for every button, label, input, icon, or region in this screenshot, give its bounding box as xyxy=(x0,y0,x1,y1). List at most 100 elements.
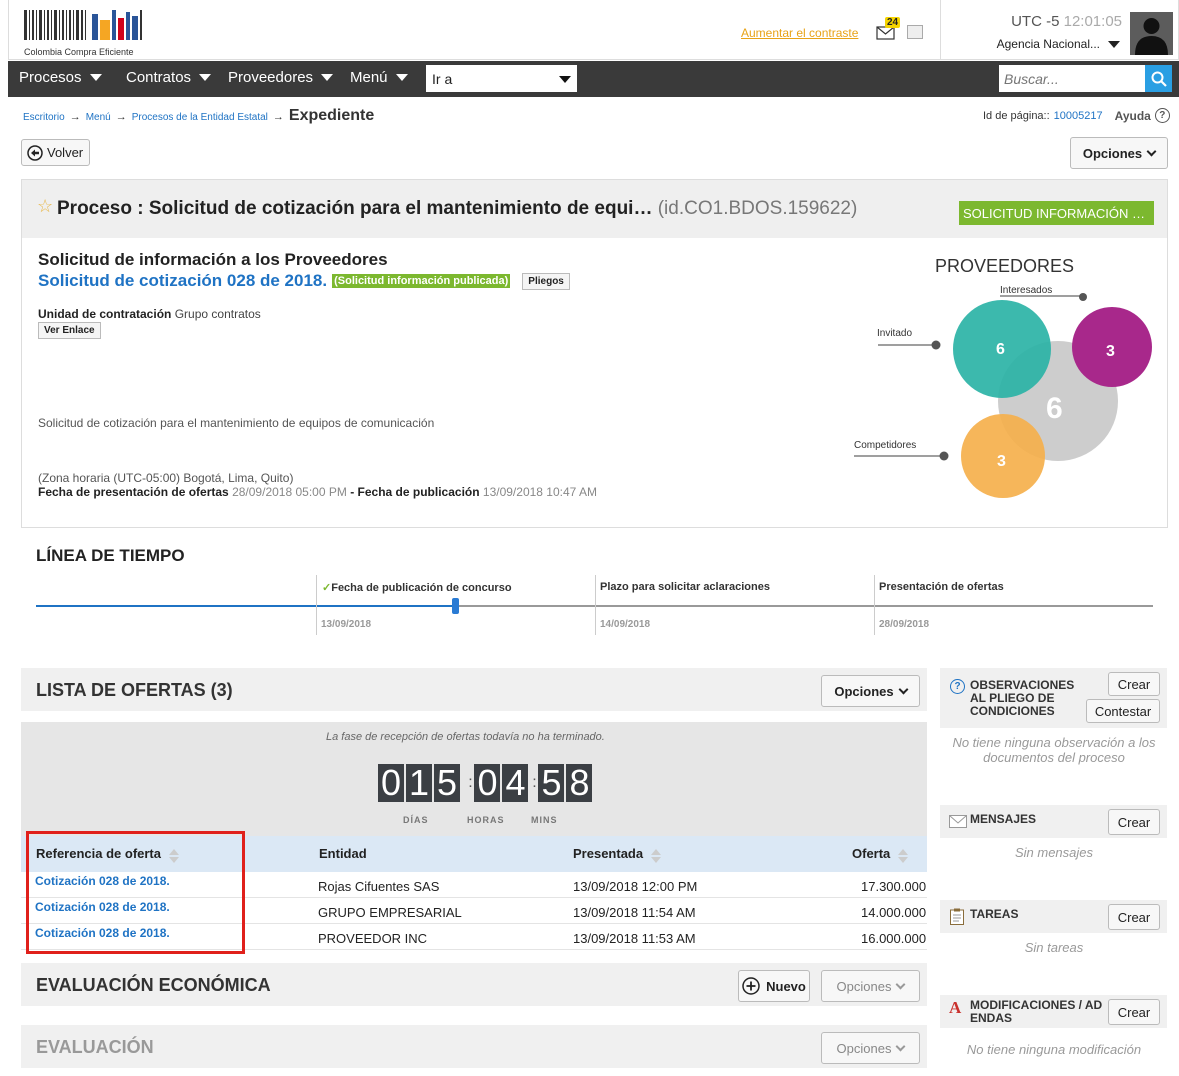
offer-amount: 14.000.000 xyxy=(861,905,927,920)
options-button[interactable]: Opciones xyxy=(1070,137,1168,169)
process-description: Solicitud de cotización para el mantenim… xyxy=(38,416,435,430)
offer-date: 13/09/2018 12:00 PM xyxy=(573,879,698,894)
countdown-mins-label: MINS xyxy=(531,815,558,825)
evaluation-options-button[interactable]: Opciones xyxy=(821,1032,920,1064)
avatar[interactable] xyxy=(1130,12,1173,55)
modification-icon: A xyxy=(949,998,962,1017)
tasks-empty: Sin tareas xyxy=(1024,940,1084,955)
nav-proveedores[interactable]: Proveedores xyxy=(228,69,334,86)
bubble-total-value: 6 xyxy=(1046,392,1063,425)
countdown-days-label: DÍAS xyxy=(403,815,429,825)
breadcrumb-menu[interactable]: Menú xyxy=(86,112,111,123)
offer-date: 13/09/2018 11:53 AM xyxy=(573,931,696,946)
highlight-box xyxy=(26,831,245,954)
offers-notice: La fase de recepción de ofertas todavía … xyxy=(326,731,605,743)
breadcrumb: Escritorio → Menú → Procesos de la Entid… xyxy=(23,107,375,124)
nav-procesos[interactable]: Procesos xyxy=(19,69,102,86)
economic-options-button[interactable]: Opciones xyxy=(821,970,920,1002)
mail-icon[interactable]: 24 xyxy=(876,17,901,40)
bubble-competitors-value: 3 xyxy=(997,453,1006,470)
process-type: Solicitud de información a los Proveedor… xyxy=(38,250,388,269)
page-id: Id de página:: 10005217 Ayuda ? xyxy=(983,108,1170,123)
breadcrumb-current: Expediente xyxy=(288,107,375,124)
interested-connector-dot xyxy=(1079,293,1087,301)
evaluation-title: EVALUACIÓN xyxy=(36,1037,154,1057)
clipboard-icon xyxy=(950,908,964,925)
col-date[interactable]: Presentada xyxy=(573,846,662,863)
nav-menu[interactable]: Menú xyxy=(350,69,408,86)
status-badge: (Solicitud información publicada) xyxy=(332,274,511,288)
help-icon: ? xyxy=(1154,108,1170,123)
offer-entity: Rojas Cifuentes SAS xyxy=(318,879,440,894)
ver-enlace-button[interactable]: Ver Enlace xyxy=(38,322,101,339)
star-icon[interactable]: ☆ xyxy=(37,196,53,217)
status-button[interactable]: SOLICITUD INFORMACIÓN … xyxy=(959,201,1154,225)
timeline-progress xyxy=(36,605,455,607)
search-button[interactable] xyxy=(1145,65,1172,92)
back-arrow-icon xyxy=(27,144,43,161)
timeline-marker[interactable] xyxy=(452,598,459,614)
suppliers-title: PROVEEDORES xyxy=(935,256,1075,276)
goto-select[interactable]: Ir a xyxy=(426,65,577,92)
barcode-icon xyxy=(24,10,142,40)
milestone-label-3: Presentación de ofertas xyxy=(879,581,1004,593)
milestone-date-1: 13/09/2018 xyxy=(321,619,372,630)
offers-options-button[interactable]: Opciones xyxy=(821,675,920,707)
economic-title: EVALUACIÓN ECONÓMICA xyxy=(36,975,271,995)
messages-empty: Sin mensajes xyxy=(1014,845,1094,860)
logo[interactable]: Colombia Compra Eficiente xyxy=(24,10,146,57)
back-button[interactable]: Volver xyxy=(21,139,90,166)
offers-title: LISTA DE OFERTAS (3) xyxy=(36,680,233,700)
bubble-interested-value: 6 xyxy=(996,341,1005,358)
unit-row: Unidad de contratación Grupo contratos xyxy=(38,307,261,321)
offer-entity: PROVEEDOR INC xyxy=(318,931,428,946)
contrast-link[interactable]: Aumentar el contraste xyxy=(741,26,858,40)
modifications-create-button[interactable]: Crear xyxy=(1108,999,1160,1025)
offer-amount: 16.000.000 xyxy=(861,931,927,946)
search-input[interactable] xyxy=(999,65,1145,92)
tasks-create-button[interactable]: Crear xyxy=(1108,904,1160,930)
modifications-title: MODIFICACIONES / ADENDAS xyxy=(970,998,1103,1025)
competitors-connector-dot xyxy=(939,451,949,461)
milestone-label-1: ✓Fecha de publicación de concurso xyxy=(322,582,512,594)
observations-title: OBSERVACIONES AL PLIEGO DE CONDICIONES xyxy=(970,678,1075,718)
evaluation-header: EVALUACIÓN xyxy=(21,1025,927,1068)
col-amount[interactable]: Oferta xyxy=(852,846,909,863)
pliegos-button[interactable]: Pliegos xyxy=(522,272,570,290)
offer-amount: 17.300.000 xyxy=(861,879,927,894)
countdown-hours-label: HORAS xyxy=(467,815,505,825)
invited-connector-dot xyxy=(931,340,941,350)
mail-count-badge: 24 xyxy=(885,17,901,28)
help-link[interactable]: Ayuda ? xyxy=(1115,108,1170,123)
dates-row: Fecha de presentación de ofertas 28/09/2… xyxy=(38,485,597,499)
agency-selector[interactable]: Agencia Nacional... xyxy=(997,37,1120,51)
question-icon: ? xyxy=(950,679,965,694)
competitors-label: Competidores xyxy=(854,440,917,451)
milestone-date-2: 14/09/2018 xyxy=(600,619,651,630)
messages-create-button[interactable]: Crear xyxy=(1108,809,1160,835)
messages-title: MENSAJES xyxy=(970,812,1037,826)
envelope-icon xyxy=(949,815,967,828)
milestone-label-2: Plazo para solicitar aclaraciones xyxy=(600,581,770,593)
nav-contratos[interactable]: Contratos xyxy=(126,69,212,86)
col-entity: Entidad xyxy=(319,846,367,861)
process-name: Solicitud de cotización 028 de 2018. xyxy=(38,271,328,290)
tasks-title: TAREAS xyxy=(970,907,1019,921)
timeline-divider-1 xyxy=(316,575,317,635)
timeline-divider-3 xyxy=(874,575,875,635)
invited-label: Invitado xyxy=(877,328,913,339)
interested-label: Interesados xyxy=(1000,285,1053,296)
top-header xyxy=(8,0,1179,60)
countdown-days: 015 xyxy=(378,764,466,802)
breadcrumb-procesos[interactable]: Procesos de la Entidad Estatal xyxy=(132,112,268,123)
plus-circle-icon xyxy=(742,977,760,995)
breadcrumb-escritorio[interactable]: Escritorio xyxy=(23,112,65,123)
new-button[interactable]: Nuevo xyxy=(738,970,810,1002)
process-title: Proceso : Solicitud de cotización para e… xyxy=(57,198,858,219)
observations-create-button[interactable]: Crear xyxy=(1108,672,1160,696)
observations-answer-button[interactable]: Contestar xyxy=(1086,699,1160,723)
notes-icon[interactable] xyxy=(907,25,923,39)
bubble-third-value: 3 xyxy=(1106,343,1115,360)
timeline-title: LÍNEA DE TIEMPO xyxy=(36,546,185,565)
milestone-date-3: 28/09/2018 xyxy=(879,619,930,630)
